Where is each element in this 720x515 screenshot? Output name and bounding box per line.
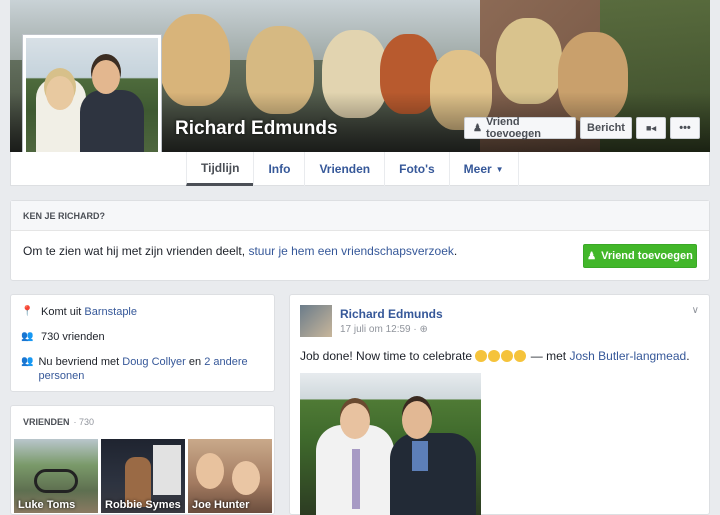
- beer-icon: [488, 350, 501, 362]
- motorbike-shape: [34, 469, 78, 493]
- tab-friends[interactable]: Vrienden: [304, 152, 384, 186]
- add-friend-label: Vriend toevoegen: [485, 116, 541, 140]
- post-text-body: Job done! Now time to celebrate: [300, 349, 476, 363]
- person-shape: [92, 60, 120, 94]
- mutual-mid: en: [185, 356, 205, 368]
- tab-label: Vrienden: [319, 162, 371, 176]
- send-request-link[interactable]: stuur je hem een vriendschapsverzoek: [248, 244, 453, 258]
- person-shape: [390, 433, 476, 515]
- intro-card: 📍 Komt uit Barnstaple 👥 730 vrienden 👥 N…: [10, 294, 275, 392]
- friends-heading-count: · 730: [73, 417, 95, 427]
- hometown-prefix: Komt uit: [41, 306, 85, 318]
- friend-request-end: .: [453, 244, 458, 258]
- add-friend-label: Vriend toevoegen: [601, 250, 693, 262]
- tab-info[interactable]: Info: [253, 152, 304, 186]
- person-shape: [340, 403, 370, 439]
- friend-thumbnail[interactable]: Joe Hunter: [188, 439, 272, 513]
- tab-label: Meer: [463, 162, 492, 176]
- location-pin-icon: 📍: [21, 306, 34, 317]
- message-label: Bericht: [587, 122, 625, 134]
- sparkle-icon: [501, 350, 514, 362]
- friend-request-prompt: Om te zien wat hij met zijn vrienden dee…: [23, 244, 249, 258]
- hometown-text: Komt uit Barnstaple: [41, 305, 137, 319]
- banner-shape: [153, 445, 181, 495]
- person-shape: [232, 461, 260, 495]
- post-time-text: 17 juli om 12:59 ·: [340, 324, 420, 335]
- profile-tabs: Tijdlijn Info Vrienden Foto's Meer ▼: [186, 152, 519, 186]
- friend-name: Joe Hunter: [192, 499, 250, 511]
- tagged-friend-link[interactable]: Josh Butler-langmead: [569, 349, 686, 363]
- friend-thumbnail[interactable]: Luke Toms: [14, 439, 98, 513]
- timeline-post: Richard Edmunds 17 juli om 12:59 · ⊕ ∨ J…: [289, 294, 710, 515]
- more-icon: •••: [679, 122, 691, 134]
- person-shape: [46, 76, 74, 110]
- friend-request-heading: KEN JE RICHARD?: [11, 201, 709, 231]
- post-text: Job done! Now time to celebrate — met Jo…: [300, 349, 690, 363]
- camera-icon: ■◂: [646, 122, 656, 133]
- add-friend-icon: ♟: [473, 122, 482, 134]
- tab-label: Tijdlijn: [201, 160, 240, 175]
- globe-icon: ⊕: [419, 324, 428, 335]
- cover-actions: ♟ Vriend toevoegen Bericht ■◂ •••: [464, 116, 700, 140]
- friends-heading-label: VRIENDEN: [23, 417, 70, 427]
- intro-friends-count: 👥 730 vrienden: [21, 330, 264, 344]
- mutual-friends-text: Nu bevriend met Doug Collyer en 2 andere…: [38, 355, 264, 383]
- friend-thumbnail[interactable]: Robbie Symes: [101, 439, 185, 513]
- profile-navbar: Tijdlijn Info Vrienden Foto's Meer ▼: [10, 152, 710, 186]
- friends-count-text: 730 vrienden: [41, 331, 105, 343]
- friend-request-box: KEN JE RICHARD? Om te zien wat hij met z…: [10, 200, 710, 281]
- friends-icon: 👥: [21, 356, 34, 367]
- post-timestamp[interactable]: 17 juli om 12:59 · ⊕: [340, 324, 428, 335]
- add-friend-green-button[interactable]: ♟ Vriend toevoegen: [583, 244, 697, 268]
- post-with-text: — met: [527, 349, 570, 363]
- tab-more[interactable]: Meer ▼: [448, 152, 519, 186]
- person-shape: [196, 453, 224, 489]
- post-author-name[interactable]: Richard Edmunds: [340, 307, 443, 321]
- post-author-avatar[interactable]: [300, 305, 332, 337]
- chevron-down-icon[interactable]: ∨: [692, 305, 699, 316]
- friends-grid: Luke Toms Robbie Symes Joe Hunter: [14, 439, 272, 513]
- tab-photos[interactable]: Foto's: [384, 152, 449, 186]
- mutual-friend-link[interactable]: Doug Collyer: [122, 356, 186, 368]
- post-photo[interactable]: [300, 373, 481, 515]
- tie-shape: [352, 449, 360, 509]
- profile-name[interactable]: Richard Edmunds: [175, 118, 338, 140]
- post-text-end: .: [686, 349, 690, 363]
- intro-mutual-friends: 👥 Nu bevriend met Doug Collyer en 2 ande…: [21, 355, 264, 383]
- friends-heading[interactable]: VRIENDEN · 730: [11, 406, 274, 438]
- party-icon: [514, 350, 527, 362]
- mutual-prefix: Nu bevriend met: [38, 356, 123, 368]
- more-button[interactable]: •••: [670, 117, 700, 139]
- caret-down-icon: ▼: [495, 164, 504, 174]
- person-shape: [402, 401, 432, 439]
- tab-timeline[interactable]: Tijdlijn: [186, 152, 254, 186]
- profile-image: [26, 38, 158, 170]
- shirt-shape: [412, 441, 428, 471]
- message-button[interactable]: Bericht: [580, 117, 632, 139]
- intro-hometown: 📍 Komt uit Barnstaple: [21, 305, 264, 319]
- friends-card: VRIENDEN · 730 Luke Toms Robbie Symes Jo…: [10, 405, 275, 515]
- hometown-link[interactable]: Barnstaple: [84, 306, 137, 318]
- add-friend-icon: ♟: [587, 250, 597, 262]
- thumbs-up-icon: [475, 350, 488, 362]
- add-friend-button[interactable]: ♟ Vriend toevoegen: [464, 116, 576, 140]
- tab-label: Foto's: [399, 162, 435, 176]
- friend-name: Robbie Symes: [105, 499, 181, 511]
- video-call-button[interactable]: ■◂: [636, 117, 666, 139]
- friends-icon: 👥: [21, 331, 34, 342]
- friend-name: Luke Toms: [18, 499, 76, 511]
- tab-label: Info: [268, 162, 291, 176]
